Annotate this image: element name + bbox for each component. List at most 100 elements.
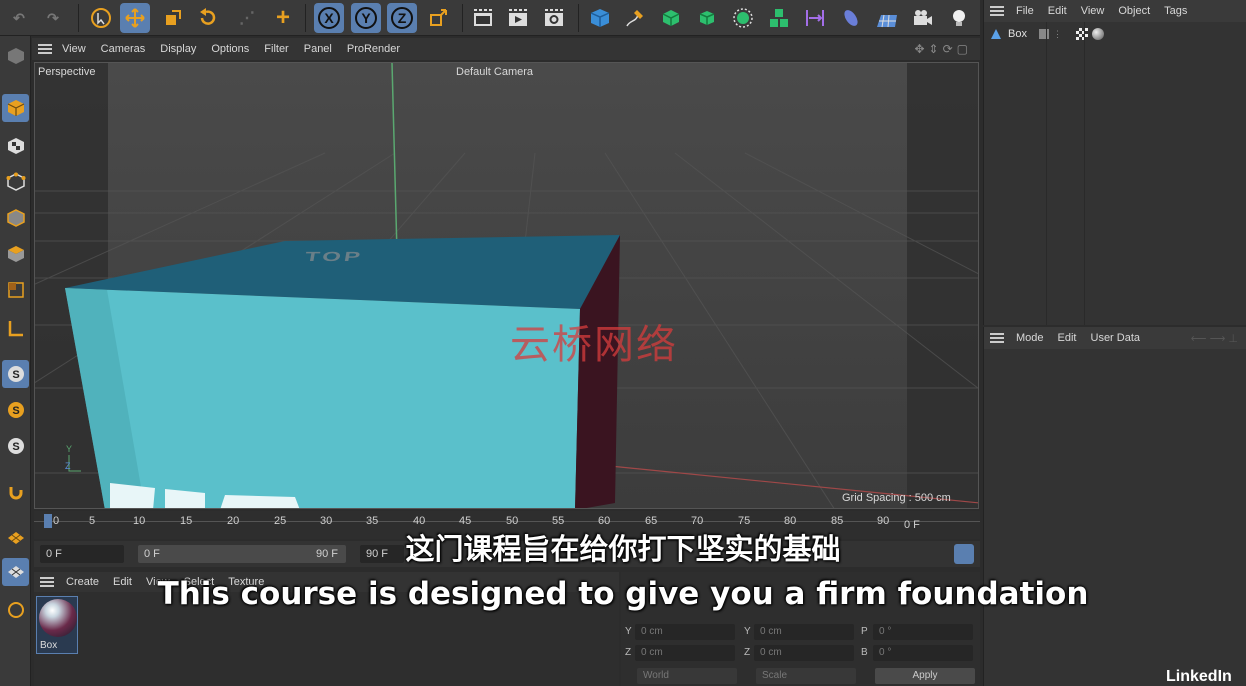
menu-filter[interactable]: Filter xyxy=(264,43,288,55)
b-rotation-field[interactable]: 0 ° xyxy=(873,645,973,661)
field-icon[interactable] xyxy=(836,3,866,33)
z-size-label: Z xyxy=(744,647,751,658)
hamburger-icon[interactable] xyxy=(990,333,1004,343)
x-axis-lock[interactable]: X xyxy=(314,3,344,33)
deformer-icon[interactable] xyxy=(800,3,830,33)
make-editable-icon[interactable] xyxy=(2,42,29,70)
p-rotation-field[interactable]: 0 ° xyxy=(873,624,973,640)
menu-tags[interactable]: Tags xyxy=(1164,5,1187,17)
main-toolbar: ↶ ↷ ⋰ + X Y Z xyxy=(0,0,980,36)
render-settings-icon[interactable] xyxy=(539,3,569,33)
camera-icon[interactable] xyxy=(908,3,938,33)
coordinate-space-select[interactable]: World xyxy=(637,668,737,684)
render-view-icon[interactable] xyxy=(503,3,533,33)
nav-arrows-icon[interactable]: ⟵ ⟶ ⊥ xyxy=(1191,332,1238,345)
subtitle-english: This course is designed to give you a fi… xyxy=(157,576,1089,612)
menu-user-data[interactable]: User Data xyxy=(1091,332,1141,344)
z-position-field[interactable]: 0 cm xyxy=(635,645,735,661)
y-position-field[interactable]: 0 cm xyxy=(635,624,735,640)
menu-view[interactable]: View xyxy=(1081,5,1105,17)
menu-display[interactable]: Display xyxy=(160,43,196,55)
edges-mode-icon[interactable] xyxy=(2,204,29,232)
undo-icon[interactable]: ↶ xyxy=(4,3,34,33)
z-axis-label: Z xyxy=(391,7,413,29)
menu-edit[interactable]: Edit xyxy=(1058,332,1077,344)
subdivision-surface-icon[interactable] xyxy=(656,3,686,33)
y-pos-label: Y xyxy=(625,626,632,637)
visibility-dots-icon[interactable]: ⋮ xyxy=(1053,29,1062,40)
model-mode-icon[interactable] xyxy=(2,94,29,122)
size-mode-select[interactable]: Scale xyxy=(756,668,856,684)
cube-top-text: TOP xyxy=(303,249,365,265)
live-selection-tool[interactable] xyxy=(86,3,116,33)
coordinate-system-icon[interactable] xyxy=(423,3,453,33)
material-tag-icon[interactable] xyxy=(1091,28,1104,40)
redo-icon[interactable]: ↷ xyxy=(38,3,68,33)
viewport-name: Perspective xyxy=(38,66,96,78)
scale-tool[interactable] xyxy=(158,3,188,33)
object-manager: File Edit View Object Tags Box ⋮ xyxy=(983,0,1246,325)
object-name: Box xyxy=(1008,28,1027,40)
rotate-tool[interactable] xyxy=(193,3,223,33)
z-size-field[interactable]: 0 cm xyxy=(754,645,854,661)
svg-text:S: S xyxy=(12,369,19,381)
menu-object[interactable]: Object xyxy=(1118,5,1150,17)
menu-panel[interactable]: Panel xyxy=(304,43,332,55)
menu-prorender[interactable]: ProRender xyxy=(347,43,400,55)
attribute-manager: Mode Edit User Data ⟵ ⟶ ⊥ xyxy=(983,327,1246,686)
workplane-snap-icon[interactable]: S xyxy=(2,432,29,460)
floor-icon[interactable] xyxy=(872,3,902,33)
hamburger-icon[interactable] xyxy=(38,44,52,54)
z-axis-lock[interactable]: Z xyxy=(387,3,417,33)
menu-file[interactable]: File xyxy=(1016,5,1034,17)
axis-mode-icon[interactable] xyxy=(2,314,29,342)
axis-z-label: Z xyxy=(65,461,71,471)
perspective-viewport[interactable]: Perspective Default Camera TOP Y Z Grid … xyxy=(34,62,979,509)
recent-tools-icon[interactable]: ⋰ xyxy=(232,3,262,33)
b-rot-label: B xyxy=(861,647,868,658)
camera-name[interactable]: Default Camera xyxy=(456,66,533,78)
attribute-manager-menubar: Mode Edit User Data ⟵ ⟶ ⊥ xyxy=(984,327,1246,349)
magnet-icon[interactable] xyxy=(2,478,29,506)
points-mode-icon[interactable] xyxy=(2,168,29,196)
z-pos-label: Z xyxy=(625,647,632,658)
svg-text:S: S xyxy=(12,441,19,453)
x-axis-label: X xyxy=(318,7,340,29)
light-icon[interactable] xyxy=(944,3,974,33)
cube-primitive-icon[interactable] xyxy=(585,3,615,33)
menu-mode[interactable]: Mode xyxy=(1016,332,1044,344)
y-axis-lock[interactable]: Y xyxy=(351,3,381,33)
menu-view[interactable]: View xyxy=(62,43,86,55)
layer-icon[interactable] xyxy=(1038,29,1049,39)
menu-cameras[interactable]: Cameras xyxy=(101,43,146,55)
subtitle-chinese: 这门课程旨在给你打下坚实的基础 xyxy=(405,532,841,566)
add-tool-icon[interactable]: + xyxy=(268,3,298,33)
mograph-cloner-icon[interactable] xyxy=(728,3,758,33)
render-region-icon[interactable] xyxy=(468,3,498,33)
cloner-icon[interactable] xyxy=(764,3,794,33)
pen-spline-icon[interactable] xyxy=(620,3,650,33)
y-size-field[interactable]: 0 cm xyxy=(754,624,854,640)
p-rot-label: P xyxy=(861,626,868,637)
texture-mode-icon[interactable] xyxy=(2,132,29,160)
object-manager-menubar: File Edit View Object Tags xyxy=(984,0,1246,22)
snap-icon[interactable]: S xyxy=(2,360,29,388)
box-object-icon xyxy=(990,28,1002,40)
axis-y-label: Y xyxy=(66,444,73,454)
menu-edit[interactable]: Edit xyxy=(1048,5,1067,17)
material-name: Box xyxy=(40,640,58,651)
snap-settings-icon[interactable]: S xyxy=(2,396,29,424)
move-tool[interactable] xyxy=(120,3,150,33)
viewport-nav-icons[interactable]: ✥⇕⟳▢ xyxy=(914,42,972,56)
hamburger-icon[interactable] xyxy=(990,6,1004,16)
menu-options[interactable]: Options xyxy=(211,43,249,55)
apply-button[interactable]: Apply xyxy=(875,668,975,684)
texture-tag-icon[interactable] xyxy=(1075,28,1088,40)
y-size-label: Y xyxy=(744,626,751,637)
uv-mode-icon[interactable] xyxy=(2,276,29,304)
viewport-menubar: View Cameras Display Options Filter Pane… xyxy=(32,38,980,60)
array-icon[interactable] xyxy=(692,3,722,33)
svg-text:S: S xyxy=(12,405,19,417)
watermark: 云桥网络 xyxy=(510,322,678,368)
polygons-mode-icon[interactable] xyxy=(2,240,29,268)
